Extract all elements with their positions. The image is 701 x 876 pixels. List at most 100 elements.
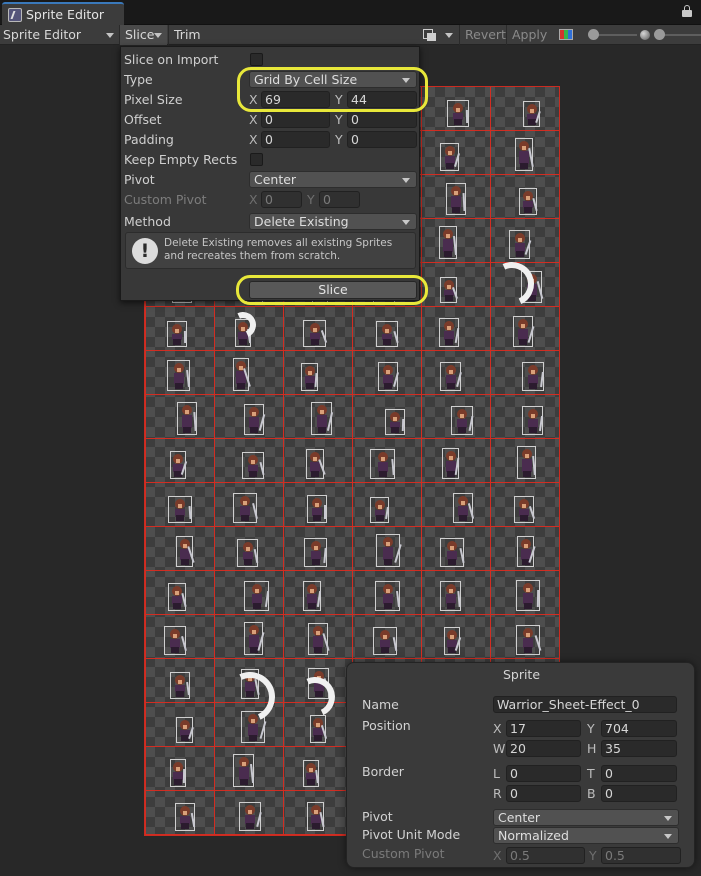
sprite-cell[interactable] xyxy=(352,351,421,395)
pivot-dropdown[interactable]: Center xyxy=(249,171,417,188)
type-dropdown[interactable]: Grid By Cell Size xyxy=(249,71,417,88)
sprite-cell[interactable] xyxy=(145,483,214,527)
apply-button[interactable]: Apply xyxy=(506,25,550,45)
padding-x-field[interactable]: 0 xyxy=(261,131,330,148)
sprite-cell[interactable] xyxy=(214,747,283,791)
sprite-cell[interactable] xyxy=(490,439,559,483)
sprite-cell[interactable] xyxy=(352,527,421,571)
sprite-cell[interactable] xyxy=(145,615,214,659)
sprite-cell[interactable] xyxy=(214,571,283,615)
sprite-cell[interactable] xyxy=(283,439,352,483)
sprite-cell[interactable] xyxy=(283,351,352,395)
sprite-cell[interactable] xyxy=(490,175,559,219)
sprite-cell[interactable] xyxy=(145,791,214,835)
sprite-cell[interactable] xyxy=(421,395,490,439)
keep-empty-rects-checkbox[interactable] xyxy=(250,153,263,166)
sprite-editor-tab[interactable]: Sprite Editor xyxy=(2,2,124,26)
offset-x-field[interactable]: 0 xyxy=(261,111,330,128)
sprite-cell[interactable] xyxy=(214,395,283,439)
sprite-cell[interactable] xyxy=(352,483,421,527)
sprite-cell[interactable] xyxy=(283,395,352,439)
sprite-cell[interactable] xyxy=(421,175,490,219)
mip-slider[interactable] xyxy=(659,34,701,36)
mip-slider-thumb[interactable] xyxy=(654,29,665,40)
revert-button[interactable]: Revert xyxy=(459,25,506,45)
sprite-cell[interactable] xyxy=(283,747,352,791)
sprite-cell[interactable] xyxy=(490,571,559,615)
position-w-field[interactable]: 20 xyxy=(506,740,581,757)
sprite-cell[interactable] xyxy=(145,571,214,615)
sprite-cell[interactable] xyxy=(490,219,559,263)
pixel-size-y-field[interactable]: 44 xyxy=(347,91,417,108)
sprite-cell[interactable] xyxy=(214,527,283,571)
zoom-slider[interactable] xyxy=(593,34,637,36)
sprite-cell[interactable] xyxy=(283,307,352,351)
sprite-cell[interactable] xyxy=(421,571,490,615)
sprite-cell[interactable] xyxy=(145,747,214,791)
sprite-cell[interactable] xyxy=(490,483,559,527)
border-l-field[interactable]: 0 xyxy=(506,765,581,782)
sprite-cell[interactable] xyxy=(214,439,283,483)
sprite-cell[interactable] xyxy=(283,791,352,835)
sprite-cell[interactable] xyxy=(421,527,490,571)
sprite-cell[interactable] xyxy=(421,307,490,351)
sprite-cell[interactable] xyxy=(490,87,559,131)
sprite-cell[interactable] xyxy=(214,483,283,527)
position-x-field[interactable]: 17 xyxy=(506,720,581,737)
sprite-cell[interactable] xyxy=(145,703,214,747)
sprite-cell[interactable] xyxy=(421,351,490,395)
border-b-field[interactable]: 0 xyxy=(601,785,677,802)
trim-button[interactable]: Trim xyxy=(168,25,208,45)
sprite-cell[interactable] xyxy=(214,351,283,395)
sprite-cell[interactable] xyxy=(352,395,421,439)
sprite-cell[interactable] xyxy=(283,483,352,527)
lock-icon[interactable] xyxy=(682,5,692,17)
position-h-field[interactable]: 35 xyxy=(601,740,677,757)
chevron-down-icon[interactable] xyxy=(445,33,453,38)
sprite-cell[interactable] xyxy=(283,571,352,615)
editor-mode-dropdown[interactable]: Sprite Editor xyxy=(0,25,119,45)
sprite-cell[interactable] xyxy=(352,307,421,351)
sprite-cell[interactable] xyxy=(145,439,214,483)
sprite-cell[interactable] xyxy=(352,615,421,659)
sprite-cell[interactable] xyxy=(490,395,559,439)
sprite-cell[interactable] xyxy=(283,615,352,659)
sprite-cell[interactable] xyxy=(145,395,214,439)
sprite-cell[interactable] xyxy=(421,263,490,307)
pixel-size-x-field[interactable]: 69 xyxy=(261,91,330,108)
sprite-cell[interactable] xyxy=(214,791,283,835)
sprite-cell[interactable] xyxy=(145,307,214,351)
sprite-cell[interactable] xyxy=(490,131,559,175)
sprite-cell[interactable] xyxy=(283,527,352,571)
slice-button[interactable]: Slice xyxy=(249,281,417,299)
sprite-name-field[interactable]: Warrior_Sheet-Effect_0 xyxy=(493,696,677,713)
border-r-field[interactable]: 0 xyxy=(506,785,581,802)
zoom-slider-thumb[interactable] xyxy=(588,29,599,40)
sprite-cell[interactable] xyxy=(490,351,559,395)
position-y-field[interactable]: 704 xyxy=(601,720,677,737)
method-dropdown[interactable]: Delete Existing xyxy=(249,213,417,230)
sprite-cell[interactable] xyxy=(352,571,421,615)
sprite-cell[interactable] xyxy=(214,615,283,659)
slice-on-import-checkbox[interactable] xyxy=(250,53,263,66)
pivot-unit-mode-dropdown[interactable]: Normalized xyxy=(493,827,679,844)
color-channel-icon[interactable] xyxy=(559,29,573,40)
border-t-field[interactable]: 0 xyxy=(601,765,677,782)
sprite-pivot-dropdown[interactable]: Center xyxy=(493,809,679,826)
sprite-cell[interactable] xyxy=(421,439,490,483)
padding-y-field[interactable]: 0 xyxy=(347,131,417,148)
sprite-cell[interactable] xyxy=(352,439,421,483)
sprite-cell[interactable] xyxy=(490,615,559,659)
sprite-cell[interactable] xyxy=(421,87,490,131)
sprite-cell[interactable] xyxy=(490,307,559,351)
view-mode-icon[interactable] xyxy=(423,29,437,41)
sprite-cell[interactable] xyxy=(421,615,490,659)
sprite-cell[interactable] xyxy=(421,219,490,263)
offset-y-field[interactable]: 0 xyxy=(347,111,417,128)
sprite-cell[interactable] xyxy=(145,659,214,703)
slice-menu-button[interactable]: Slice xyxy=(119,25,167,45)
sprite-cell[interactable] xyxy=(145,351,214,395)
sprite-cell[interactable] xyxy=(421,483,490,527)
sprite-cell[interactable] xyxy=(145,527,214,571)
sprite-cell[interactable] xyxy=(421,131,490,175)
